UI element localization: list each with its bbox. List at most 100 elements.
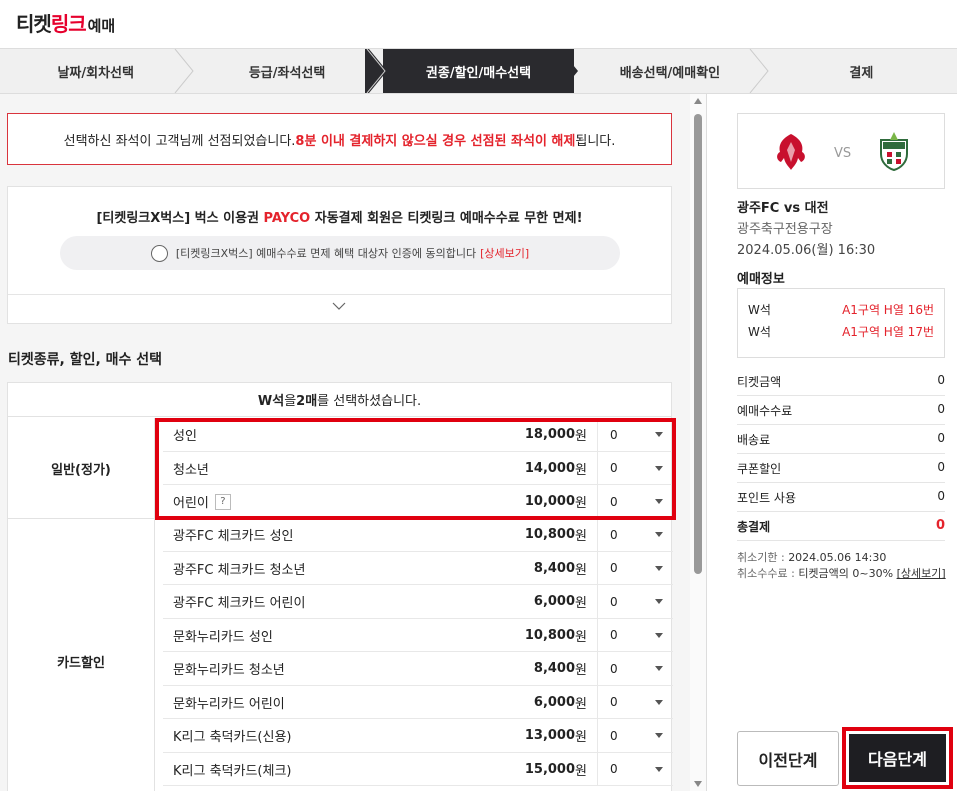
table-row: 광주FC 체크카드 어린이 6,000 원 0 (163, 585, 673, 619)
cancel-deadline-label: 취소기한 : (737, 551, 789, 564)
step-seat: 등급/좌석선택 (191, 49, 387, 93)
quantity-select[interactable]: 0 (597, 752, 673, 786)
alert-text-end: 됩니다. (575, 133, 616, 149)
step-date: 날짜/회차선택 (0, 49, 195, 93)
reservation-title: 예매정보 (737, 272, 785, 287)
vs-label: VS (834, 146, 852, 161)
caret-down-icon (655, 766, 663, 772)
alert-warning-text: 8분 이내 결제하지 않으실 경우 선점된 좌석이 해제 (295, 133, 576, 149)
quantity-select[interactable]: 0 (597, 618, 673, 652)
summary-grade: W석 (257, 394, 285, 409)
step-delivery: 배송선택/예매확인 (574, 49, 769, 93)
caret-down-icon (655, 699, 663, 705)
ticket-name: 문화누리카드 청소년 (173, 663, 285, 678)
promo-box: [티켓링크X벅스] 벅스 이용권 PAYCO 자동결제 회원은 티켓링크 예매수… (7, 186, 672, 324)
caret-down-icon (655, 599, 663, 604)
summary-text: 을 (284, 394, 297, 409)
quantity-value: 0 (610, 561, 618, 575)
payco-text: PAYCO (263, 211, 311, 226)
scrollbar[interactable] (690, 94, 706, 791)
seat-hold-alert: 선택하신 좌석이 고객님께 선점되었습니다. 8분 이내 결제하지 않으실 경우… (7, 113, 672, 165)
ticket-price: 10,800 원 (413, 619, 587, 652)
summary-label: 배송료 (737, 433, 771, 447)
ticket-price: 6,000 원 (413, 585, 587, 618)
price-value: 8,400 (533, 560, 576, 576)
seat-info: A1구역 H열 17번 (842, 325, 934, 339)
price-unit: 원 (575, 529, 587, 544)
ticket-price: 10,800 원 (413, 518, 587, 551)
gwangju-fc-emblem-icon (777, 134, 805, 170)
quantity-select[interactable]: 0 (597, 551, 673, 585)
logo-text-3: 예매 (87, 17, 116, 35)
table-row: 문화누리카드 청소년 8,400 원 0 (163, 652, 673, 686)
quantity-value: 0 (610, 728, 618, 743)
logo-text-2: 링크 (50, 12, 87, 36)
quantity-select[interactable]: 0 (597, 518, 673, 551)
chevron-down-icon[interactable] (332, 299, 346, 313)
consent-detail-link[interactable]: [상세보기] (480, 245, 529, 261)
caret-down-icon (655, 532, 663, 537)
ticket-price: 15,000 원 (413, 753, 587, 786)
highlight-general-rows (155, 418, 676, 520)
cancel-fee-label: 취소수수료 : (737, 567, 799, 580)
quantity-select[interactable]: 0 (597, 652, 673, 685)
next-step-button[interactable]: 다음단계 (849, 734, 946, 782)
summary-value: 0 (937, 489, 945, 503)
ticketlink-logo[interactable]: 티켓링크 예매 (16, 8, 115, 37)
summary-value: 0 (937, 460, 945, 474)
header: 티켓링크 예매 (0, 0, 957, 48)
summary-label: 예매수수료 (737, 404, 793, 418)
divider (8, 294, 671, 295)
summary-total: 총결제 0 (737, 512, 945, 541)
caret-down-icon (655, 632, 663, 638)
promo-title-post: 자동결제 회원은 티켓링크 예매수수료 무한 면제! (310, 211, 583, 226)
table-row: 문화누리카드 어린이 6,000 원 0 (163, 685, 673, 719)
step-date-label: 날짜/회차선택 (57, 65, 134, 81)
ticket-name: 문화누리카드 어린이 (173, 696, 285, 712)
step-ticket-type: 권종/할인/매수선택 (382, 49, 579, 93)
step-navigation: 날짜/회차선택 등급/좌석선택 권종/할인/매수선택 배송선택/예매확인 결제 (0, 48, 957, 94)
logo-text-1: 티켓 (16, 12, 52, 36)
step-payment: 결제 (766, 49, 957, 93)
caret-down-icon (655, 666, 663, 671)
promo-title: [티켓링크X벅스] 벅스 이용권 PAYCO 자동결제 회원은 티켓링크 예매수… (8, 207, 671, 226)
seat-grade: W석 (748, 303, 771, 317)
quantity-select[interactable]: 0 (597, 685, 673, 719)
quantity-select[interactable]: 0 (597, 719, 673, 752)
quantity-value: 0 (610, 695, 618, 709)
step-delivery-label: 배송선택/예매확인 (619, 65, 721, 81)
step-separator-icon (175, 49, 195, 93)
scrollbar-thumb[interactable] (694, 114, 702, 574)
price-value: 6,000 (533, 594, 576, 609)
consent-option[interactable]: [티켓링크X벅스] 예매수수료 면제 혜택 대상자 인증에 동의합니다 [상세보… (60, 236, 620, 270)
step-payment-label: 결제 (849, 65, 874, 81)
price-unit: 원 (575, 663, 587, 678)
summary-value: 0 (937, 373, 945, 387)
ticket-name: 광주FC 체크카드 어린이 (173, 596, 306, 611)
reservation-box: W석 A1구역 H열 16번 W석 A1구역 H열 17번 (737, 288, 945, 358)
category-card-label: 카드할인 (57, 655, 105, 671)
match-venue: 광주축구전용구장 (737, 222, 833, 237)
match-date: 2024.05.06(월) 16:30 (737, 243, 876, 258)
step-seat-label: 등급/좌석선택 (248, 65, 326, 81)
category-general-label: 일반(정가) (51, 462, 111, 478)
category-card: 카드할인 (8, 518, 155, 791)
caret-down-icon (655, 565, 663, 571)
cancel-deadline: 취소기한 : 2024.05.06 14:30 (737, 549, 886, 565)
price-value: 13,000 (524, 728, 576, 743)
ticket-name: 문화누리카드 성인 (173, 629, 273, 645)
quantity-select[interactable]: 0 (597, 585, 673, 618)
scroll-down-icon[interactable] (694, 781, 702, 787)
scroll-up-icon[interactable] (694, 98, 702, 104)
promo-title-pre: [티켓링크X벅스] 벅스 이용권 (96, 211, 264, 226)
summary-text-end: 를 선택하셨습니다. (317, 394, 422, 409)
seat-info: A1구역 H열 16번 (842, 303, 934, 317)
prev-step-button[interactable]: 이전단계 (737, 731, 839, 786)
ticket-price: 8,400 원 (413, 652, 587, 685)
consent-radio[interactable] (150, 244, 168, 262)
table-row: K리그 축덕카드(신용) 13,000 원 0 (163, 719, 673, 753)
seat-grade: W석 (748, 325, 771, 339)
price-unit: 원 (575, 596, 587, 611)
daejeon-emblem-icon (880, 132, 908, 172)
cancel-fee-detail-link[interactable]: [상세보기] (897, 567, 946, 580)
